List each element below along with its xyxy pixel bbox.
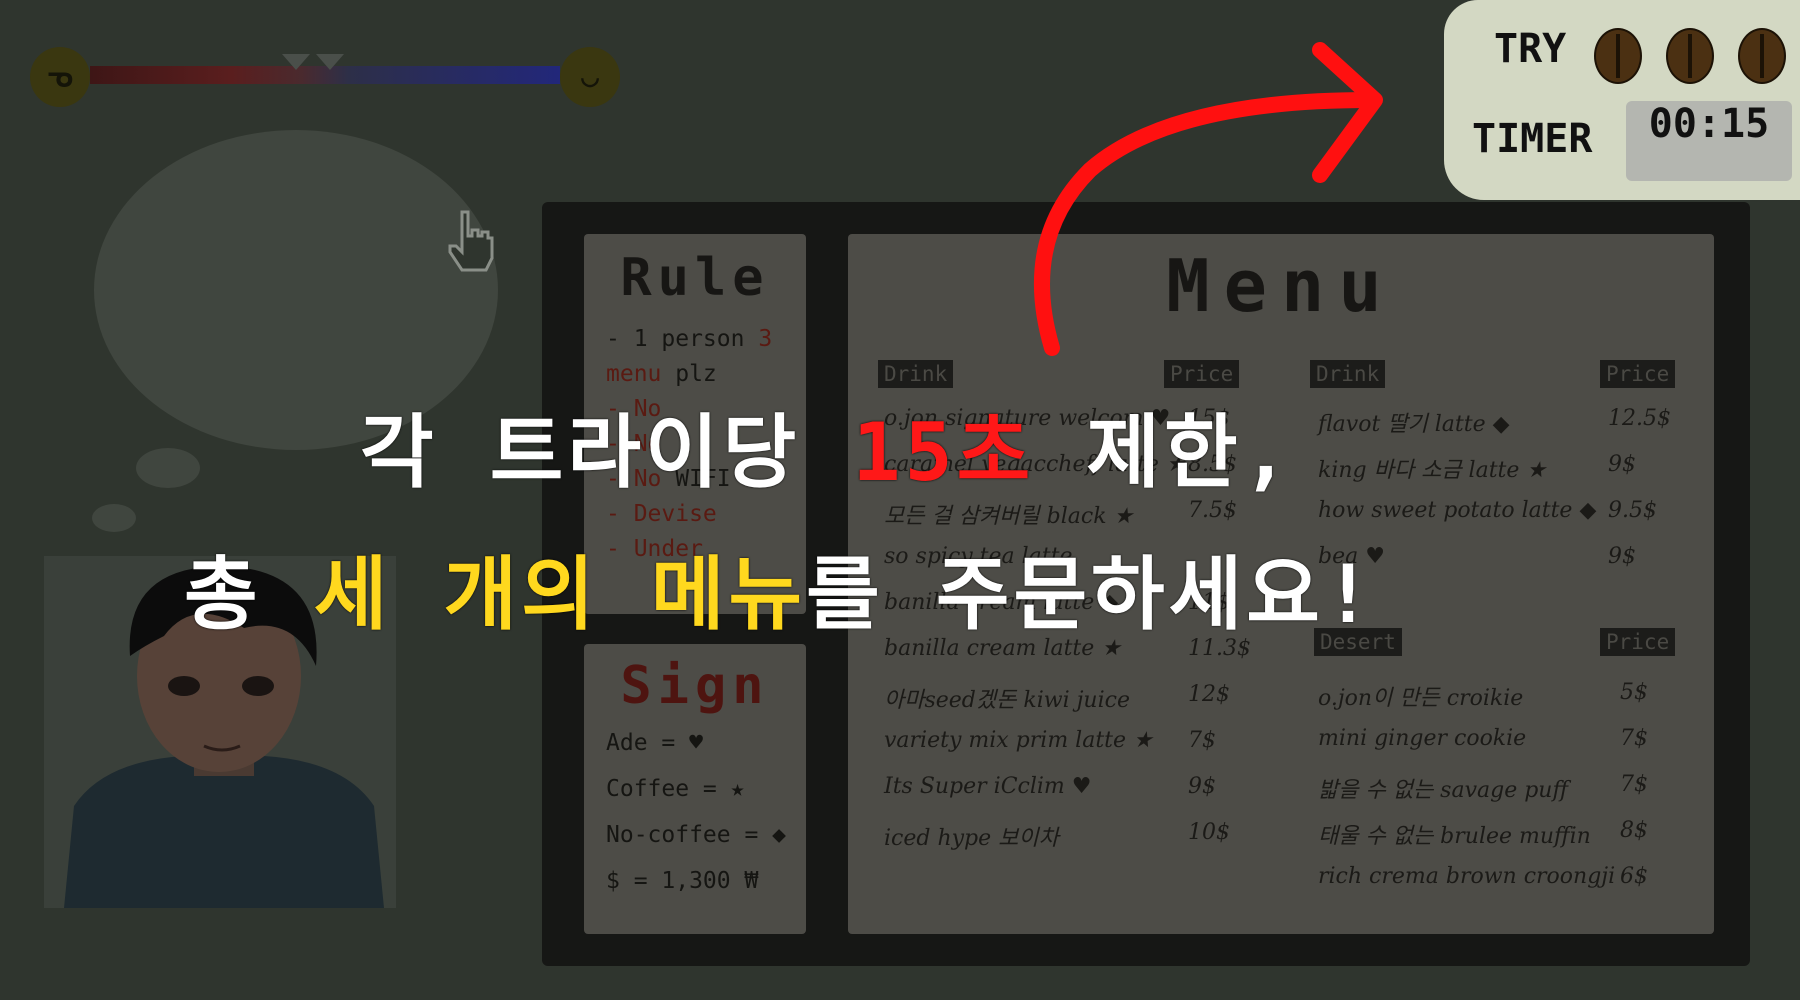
caption-text: 제한, bbox=[1034, 406, 1294, 499]
caption-text: 를 주문하세요! bbox=[806, 548, 1377, 641]
caption-line-2: 총 세 개의 메뉴를 주문하세요! bbox=[184, 530, 1376, 646]
happy-face-icon: ◡ bbox=[560, 47, 620, 107]
menu-item-price: 10$ bbox=[1188, 820, 1230, 845]
menu-item-price: 9$ bbox=[1188, 774, 1216, 799]
menu-item-name: mini ginger cookie bbox=[1318, 726, 1527, 751]
price-header: Price bbox=[1600, 360, 1676, 388]
menu-item-name: flavot 딸기 latte ◆ bbox=[1318, 412, 1510, 437]
menu-item-price: 12$ bbox=[1188, 682, 1230, 707]
rule-line: - 1 person bbox=[606, 326, 759, 352]
hand-cursor-icon bbox=[448, 210, 494, 272]
menu-item-price: 7$ bbox=[1188, 728, 1216, 753]
menu-item-name: iced hype 보이차 bbox=[884, 826, 1059, 851]
coffee-bean-icon bbox=[1594, 28, 1642, 84]
caption-highlight: 15초 bbox=[852, 406, 1035, 499]
drink-header: Drink bbox=[1310, 360, 1386, 388]
hud-panel: TRY TIMER 00:15 bbox=[1444, 0, 1800, 200]
rule-line: plz bbox=[661, 361, 717, 387]
rule-line: 3 bbox=[758, 326, 773, 352]
drink-header: Drink bbox=[878, 360, 954, 388]
menu-item-price: 7$ bbox=[1620, 772, 1648, 797]
mood-marker-icon bbox=[282, 54, 310, 70]
sign-nocoffee: No-coffee = ◆ bbox=[606, 822, 787, 848]
menu-item-name: variety mix prim latte ★ bbox=[884, 728, 1153, 753]
coffee-bean-icon bbox=[1738, 28, 1786, 84]
menu-item-name: o.jon이 만든 croikie bbox=[1318, 686, 1524, 711]
mood-bar bbox=[90, 54, 560, 84]
menu-item-name: Its Super iCclim ♥ bbox=[884, 774, 1092, 799]
rule-line: - Devise bbox=[606, 501, 717, 527]
sad-face-icon: ᓀ bbox=[30, 47, 90, 107]
caption-text: 총 bbox=[184, 548, 314, 641]
sign-currency: $ = 1,300 ₩ bbox=[606, 868, 759, 894]
mood-meter: ᓀ ◡ bbox=[30, 44, 620, 110]
try-label: TRY bbox=[1494, 26, 1567, 72]
price-header: Price bbox=[1600, 628, 1676, 656]
menu-item-price: 12.5$ bbox=[1608, 406, 1671, 431]
menu-item-price: 7$ bbox=[1620, 726, 1648, 751]
rule-line: menu bbox=[606, 361, 662, 387]
thought-bubble-dot bbox=[92, 504, 136, 532]
menu-item-price: 6$ bbox=[1620, 864, 1648, 889]
menu-item-name: 아마seed겠돈 kiwi juice bbox=[884, 688, 1130, 713]
price-header: Price bbox=[1164, 360, 1240, 388]
caption-highlight: 세 개의 메뉴 bbox=[313, 548, 807, 641]
menu-item-price: 8$ bbox=[1620, 818, 1648, 843]
menu-item-price: 5$ bbox=[1620, 680, 1648, 705]
timer-box: 00:15 bbox=[1626, 101, 1792, 181]
rule-title: Rule bbox=[620, 248, 770, 308]
coffee-bean-icon bbox=[1666, 28, 1714, 84]
arrow-icon bbox=[1034, 42, 1383, 356]
timer-label: TIMER bbox=[1472, 116, 1593, 162]
mood-marker-icon bbox=[316, 54, 344, 70]
menu-item-price: 9.5$ bbox=[1608, 498, 1657, 523]
sign-panel: Sign Ade = ♥ Coffee = ★ No-coffee = ◆ $ … bbox=[584, 644, 806, 934]
menu-item-price: 9$ bbox=[1608, 544, 1636, 569]
sign-coffee: Coffee = ★ bbox=[606, 776, 745, 802]
menu-item-name: rich crema brown croongji bbox=[1318, 864, 1616, 889]
thought-bubble-dot bbox=[136, 448, 200, 488]
timer-value: 00:15 bbox=[1648, 101, 1770, 147]
menu-item-name: 밟을 수 없는 savage puff bbox=[1318, 778, 1569, 803]
caption-text: 각 트라이당 bbox=[360, 406, 853, 499]
sign-title: Sign bbox=[620, 656, 770, 716]
menu-item-name: king 바다 소금 latte ★ bbox=[1318, 458, 1547, 483]
caption-line-1: 각 트라이당 15초 제한, bbox=[360, 388, 1294, 504]
menu-item-price: 9$ bbox=[1608, 452, 1636, 477]
sign-ade: Ade = ♥ bbox=[606, 730, 703, 756]
menu-item-name: how sweet potato latte ◆ bbox=[1318, 498, 1597, 523]
menu-item-name: 태울 수 없는 brulee muffin bbox=[1318, 824, 1591, 849]
